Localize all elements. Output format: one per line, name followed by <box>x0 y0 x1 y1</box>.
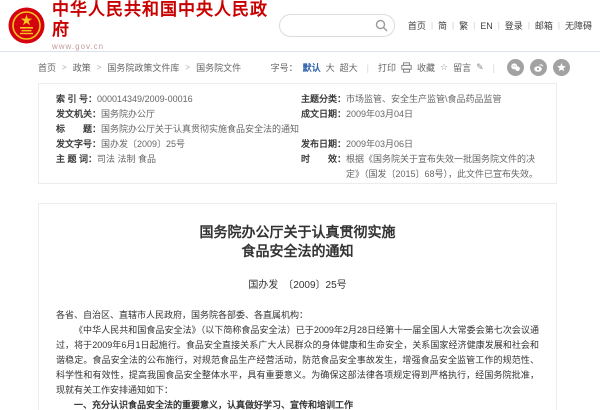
meta-value: 2009年03月04日 <box>346 107 544 122</box>
search-icon[interactable] <box>375 19 388 32</box>
favorite-button[interactable]: 收藏 <box>417 61 435 74</box>
meta-value: 市场监管、安全生产监管\食品药品监管 <box>346 92 544 107</box>
search-box[interactable] <box>279 14 395 37</box>
meta-label: 发布日期： <box>301 137 346 152</box>
meta-document-number: 发文字号： 国办发〔2009〕25号 <box>56 137 301 152</box>
meta-document-title: 标 题： 国务院办公厅关于认真贯彻实施食品安全法的通知 <box>56 122 544 137</box>
brand-text: 中华人民共和国中央人民政府 www.gov.cn <box>52 0 279 51</box>
document-metadata-panel: 索 引 号： 000014349/2009-00016 主题分类： 市场监管、安… <box>38 83 557 184</box>
meta-value: 国务院办公厅 <box>101 107 301 122</box>
nav-separator: | <box>528 21 530 30</box>
document-content-panel: 国务院办公厅关于认真贯彻实施 食品安全法的通知 国办发 〔2009〕25号 各省… <box>38 203 557 410</box>
nav-separator: | <box>473 21 475 30</box>
meta-value: 000014349/2009-00016 <box>97 92 301 107</box>
meta-issuing-agency: 发文机关： 国务院办公厅 <box>56 107 301 122</box>
meta-label: 成文日期： <box>301 107 346 122</box>
nav-link-traditional-chinese[interactable]: 繁 <box>459 19 468 32</box>
weibo-share-icon[interactable] <box>530 59 547 76</box>
meta-value: 国办发〔2009〕25号 <box>101 137 301 152</box>
font-size-default-button[interactable]: 默认 <box>303 61 321 74</box>
document-section-heading: 一、充分认识食品安全法的重要意义，认真做好学习、宣传和培训工作 <box>56 398 539 410</box>
meta-label: 主 题 词： <box>56 152 97 167</box>
nav-separator: | <box>452 21 454 30</box>
nav-link-mail[interactable]: 邮箱 <box>535 19 553 32</box>
breadcrumb-home[interactable]: 首页 <box>38 61 56 74</box>
share-icons <box>507 59 570 76</box>
font-size-xlarge-button[interactable]: 超大 <box>340 61 358 74</box>
nav-separator: | <box>558 21 560 30</box>
printer-icon[interactable] <box>401 62 412 73</box>
document-title-line1: 国务院办公厅关于认真贯彻实施 <box>200 226 396 241</box>
toolbar-separator: | <box>493 63 495 73</box>
meta-label: 发文机关： <box>56 107 101 122</box>
document-paragraph: 《中华人民共和国食品安全法》（以下简称食品安全法）已于2009年2月28日经第十… <box>56 323 539 398</box>
breadcrumb-state-council-documents[interactable]: 国务院文件 <box>196 61 241 74</box>
site-header: 中华人民共和国中央人民政府 www.gov.cn 首页 | 简 | 繁 | EN <box>0 0 600 52</box>
document-title: 国务院办公厅关于认真贯彻实施 食品安全法的通知 <box>56 224 539 262</box>
meta-label: 索 引 号： <box>56 92 97 107</box>
meta-value: 2009年03月06日 <box>346 137 544 152</box>
breadcrumb: 首页 > 政策 > 国务院政策文件库 > 国务院文件 <box>38 61 241 74</box>
metadata-grid: 索 引 号： 000014349/2009-00016 主题分类： 市场监管、安… <box>56 92 544 182</box>
document-number: 国办发 〔2009〕25号 <box>56 276 539 291</box>
national-emblem-icon <box>8 7 45 44</box>
meta-validity: 时 效： 根据《国务院关于宣布失效一批国务院文件的决定》（国发〔2015〕68号… <box>301 152 544 182</box>
nav-link-home[interactable]: 首页 <box>408 19 426 32</box>
breadcrumb-policy-library[interactable]: 国务院政策文件库 <box>107 61 179 74</box>
meta-label: 标 题： <box>56 122 101 137</box>
meta-index-number: 索 引 号： 000014349/2009-00016 <box>56 92 301 107</box>
toolbar-separator: | <box>367 63 369 73</box>
nav-link-english[interactable]: EN <box>480 21 493 31</box>
meta-label: 主题分类： <box>301 92 346 107</box>
nav-link-simplified-chinese[interactable]: 简 <box>438 19 447 32</box>
nav-link-login[interactable]: 登录 <box>505 19 523 32</box>
print-button[interactable]: 打印 <box>378 61 396 74</box>
sub-bar: 首页 > 政策 > 国务院政策文件库 > 国务院文件 字号： 默认 大 超大 |… <box>0 52 600 83</box>
qzone-share-icon[interactable] <box>553 59 570 76</box>
font-size-label: 字号： <box>271 61 298 74</box>
star-icon[interactable]: ☆ <box>440 62 448 73</box>
nav-link-accessibility[interactable]: 无障碍 <box>565 19 592 32</box>
document-salutation: 各省、自治区、直辖市人民政府，国务院各部委、各直属机构： <box>56 308 539 323</box>
nav-separator: | <box>498 21 500 30</box>
meta-value: 根据《国务院关于宣布失效一批国务院文件的决定》（国发〔2015〕68号），此文件… <box>346 152 544 182</box>
meta-value: 司法 法制 食品 <box>97 152 301 167</box>
wechat-share-icon[interactable] <box>507 59 524 76</box>
meta-publish-date: 发布日期： 2009年03月06日 <box>301 137 544 152</box>
meta-written-date: 成文日期： 2009年03月04日 <box>301 107 544 122</box>
meta-label: 时 效： <box>301 152 346 167</box>
meta-label: 发文字号： <box>56 137 101 152</box>
meta-subject-category: 主题分类： 市场监管、安全生产监管\食品药品监管 <box>301 92 544 107</box>
top-nav: 首页 | 简 | 繁 | EN | 登录 | 邮箱 | 无障碍 <box>408 19 592 32</box>
breadcrumb-separator: > <box>185 63 190 72</box>
pencil-icon[interactable]: ✎ <box>476 62 484 73</box>
comment-button[interactable]: 留言 <box>453 61 471 74</box>
font-size-large-button[interactable]: 大 <box>326 61 335 74</box>
site-url: www.gov.cn <box>52 42 279 51</box>
meta-value: 国务院办公厅关于认真贯彻实施食品安全法的通知 <box>101 122 544 137</box>
site-title[interactable]: 中华人民共和国中央人民政府 <box>52 0 279 40</box>
breadcrumb-separator: > <box>62 63 67 72</box>
page: 中华人民共和国中央人民政府 www.gov.cn 首页 | 简 | 繁 | EN <box>0 0 600 410</box>
nav-separator: | <box>431 21 433 30</box>
meta-keywords: 主 题 词： 司法 法制 食品 <box>56 152 301 182</box>
site-logo[interactable]: 中华人民共和国中央人民政府 www.gov.cn <box>8 0 279 51</box>
header-right: 首页 | 简 | 繁 | EN | 登录 | 邮箱 | 无障碍 <box>279 14 594 37</box>
breadcrumb-policy[interactable]: 政策 <box>73 61 91 74</box>
toolbar: 字号： 默认 大 超大 | 打印 收藏 ☆ 留言 ✎ | <box>271 59 570 76</box>
document-title-line2: 食品安全法的通知 <box>242 245 354 260</box>
document-body: 各省、自治区、直辖市人民政府，国务院各部委、各直属机构： 《中华人民共和国食品安… <box>56 308 539 410</box>
breadcrumb-separator: > <box>97 63 102 72</box>
